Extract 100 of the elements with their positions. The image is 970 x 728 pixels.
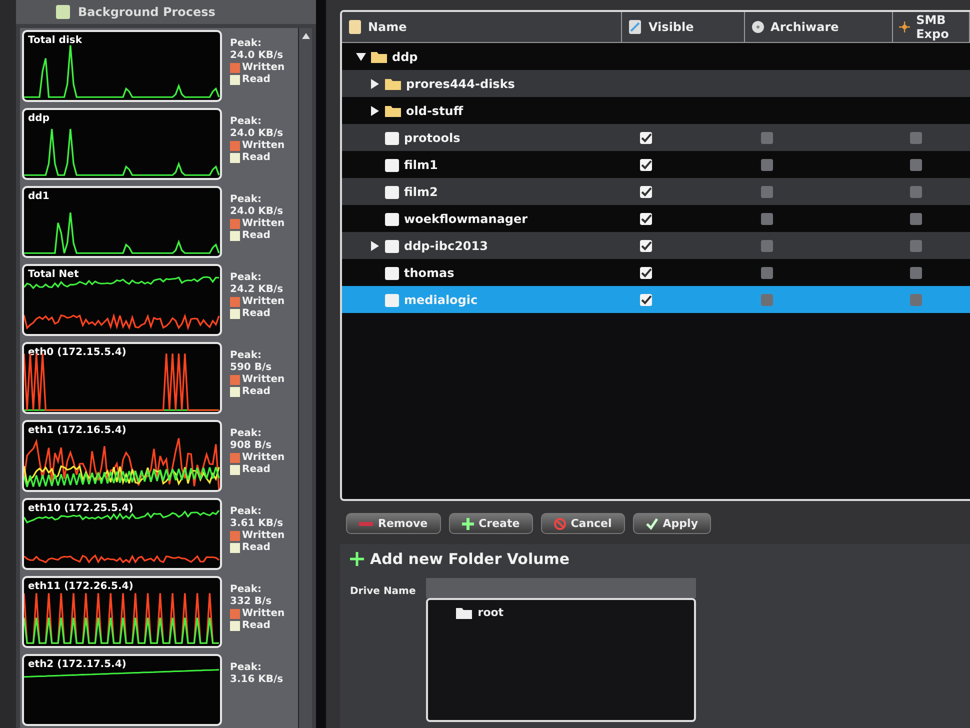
peak-label: Peak: bbox=[230, 194, 263, 206]
archiware-checkbox[interactable] bbox=[761, 240, 774, 252]
column-header[interactable]: Name bbox=[342, 12, 622, 42]
smb-checkbox[interactable] bbox=[910, 240, 922, 252]
legend-swatch-icon bbox=[230, 231, 240, 241]
legend-label: Written bbox=[242, 452, 285, 464]
graph-title: eth11 (172.26.5.4) bbox=[28, 581, 134, 592]
legend-swatch-icon bbox=[230, 543, 240, 553]
volume-icon bbox=[385, 130, 399, 144]
action-button[interactable]: Create bbox=[448, 513, 533, 534]
peak-value: 24.0 KB/s bbox=[230, 206, 284, 218]
graph-title: eth10 (172.25.5.4) bbox=[28, 503, 134, 514]
graph-title: eth1 (172.16.5.4) bbox=[28, 425, 126, 436]
smb-checkbox[interactable] bbox=[910, 132, 922, 144]
folder-name: film1 bbox=[404, 158, 438, 172]
graph-title: Total Net bbox=[28, 269, 79, 280]
folder-row[interactable]: thomas bbox=[342, 259, 970, 286]
legend-swatch-icon bbox=[230, 219, 240, 229]
disc-icon bbox=[750, 20, 765, 34]
folder-row[interactable]: ddp-ibc2013 bbox=[342, 232, 970, 259]
legend-label: Read bbox=[242, 74, 270, 86]
folder-row[interactable]: ddp bbox=[342, 43, 970, 70]
legend-label: Read bbox=[242, 308, 270, 320]
legend-swatch-icon bbox=[230, 153, 240, 163]
folder-name: woekflowmanager bbox=[404, 212, 528, 226]
volume-icon bbox=[385, 184, 399, 198]
peak-label: Peak: bbox=[230, 584, 263, 596]
scrollbar[interactable] bbox=[298, 28, 312, 728]
archiware-checkbox[interactable] bbox=[761, 186, 774, 198]
graph-title: ddp bbox=[28, 113, 50, 124]
legend-label: Read bbox=[242, 464, 270, 476]
folder-row[interactable]: old-stuff bbox=[342, 97, 970, 124]
legend-swatch-icon bbox=[230, 621, 240, 631]
archiware-checkbox[interactable] bbox=[761, 294, 774, 306]
folder-row[interactable]: protools bbox=[342, 124, 970, 151]
plus-icon bbox=[350, 552, 364, 566]
folder-name: prores444-disks bbox=[406, 76, 515, 90]
peak-value: 332 B/s bbox=[230, 596, 273, 608]
legend-label: Read bbox=[242, 386, 270, 398]
legend-label: Written bbox=[242, 218, 285, 230]
visible-checkbox[interactable] bbox=[640, 294, 652, 306]
smb-checkbox[interactable] bbox=[910, 158, 922, 170]
column-header[interactable]: Visible bbox=[622, 12, 745, 42]
peak-value: 3.16 KB/s bbox=[230, 674, 284, 686]
legend-label: Written bbox=[242, 374, 285, 386]
graph-title: dd1 bbox=[28, 191, 50, 202]
peak-label: Peak: bbox=[230, 272, 263, 284]
legend-swatch-icon bbox=[230, 297, 240, 307]
folder-row[interactable]: prores444-disks bbox=[342, 70, 970, 97]
square-icon bbox=[56, 5, 70, 19]
collapse-triangle-icon[interactable] bbox=[356, 52, 366, 62]
graph-title: Total disk bbox=[28, 35, 82, 46]
archiware-checkbox[interactable] bbox=[761, 132, 774, 144]
visible-checkbox[interactable] bbox=[640, 266, 652, 278]
legend-swatch-icon bbox=[230, 141, 240, 151]
expand-triangle-icon[interactable] bbox=[370, 106, 380, 116]
legend-label: Read bbox=[242, 620, 270, 632]
legend-swatch-icon bbox=[230, 387, 240, 397]
legend-label: Written bbox=[242, 296, 285, 308]
legend-label: Written bbox=[242, 608, 285, 620]
legend-swatch-icon bbox=[230, 63, 240, 73]
peak-value: 3.61 KB/s bbox=[230, 518, 284, 530]
peak-label: Peak: bbox=[230, 116, 263, 128]
folder-name: ddp-ibc2013 bbox=[404, 238, 488, 252]
smb-checkbox[interactable] bbox=[910, 212, 922, 224]
visible-checkbox[interactable] bbox=[640, 186, 652, 198]
archiware-checkbox[interactable] bbox=[761, 158, 774, 170]
drive-name-field[interactable] bbox=[426, 578, 696, 598]
archiware-checkbox[interactable] bbox=[761, 212, 774, 224]
volume-icon bbox=[385, 158, 399, 172]
legend-label: Written bbox=[242, 530, 285, 542]
column-header[interactable]: Archiware bbox=[744, 12, 893, 42]
smb-checkbox[interactable] bbox=[910, 266, 922, 278]
tree-item[interactable]: root bbox=[428, 600, 694, 619]
peak-value: 24.0 KB/s bbox=[230, 128, 284, 140]
volume-icon bbox=[385, 292, 399, 306]
visible-checkbox[interactable] bbox=[640, 158, 652, 170]
action-button[interactable]: Apply bbox=[632, 513, 711, 534]
folder-name: ddp bbox=[392, 50, 418, 64]
expand-triangle-icon[interactable] bbox=[370, 240, 380, 250]
scroll-up-icon[interactable] bbox=[300, 32, 310, 40]
graph-title: eth2 (172.17.5.4) bbox=[28, 659, 126, 670]
folder-row[interactable]: woekflowmanager bbox=[342, 205, 970, 232]
legend-swatch-icon bbox=[230, 609, 240, 619]
expand-triangle-icon[interactable] bbox=[370, 78, 380, 88]
smb-checkbox[interactable] bbox=[910, 294, 922, 306]
peak-label: Peak: bbox=[230, 350, 263, 362]
legend-label: Read bbox=[242, 230, 270, 242]
visible-checkbox[interactable] bbox=[640, 240, 652, 252]
archiware-checkbox[interactable] bbox=[761, 266, 774, 278]
folder-row[interactable]: film1 bbox=[342, 151, 970, 178]
smb-checkbox[interactable] bbox=[910, 186, 922, 198]
visible-checkbox[interactable] bbox=[640, 212, 652, 224]
action-button[interactable]: Cancel bbox=[540, 513, 625, 534]
visible-checkbox[interactable] bbox=[640, 132, 652, 144]
folder-name: medialogic bbox=[404, 292, 478, 306]
column-header[interactable]: SMB Expo bbox=[892, 12, 970, 42]
action-button[interactable]: Remove bbox=[346, 513, 441, 534]
folder-row[interactable]: film2 bbox=[342, 178, 970, 205]
legend-label: Read bbox=[242, 152, 270, 164]
